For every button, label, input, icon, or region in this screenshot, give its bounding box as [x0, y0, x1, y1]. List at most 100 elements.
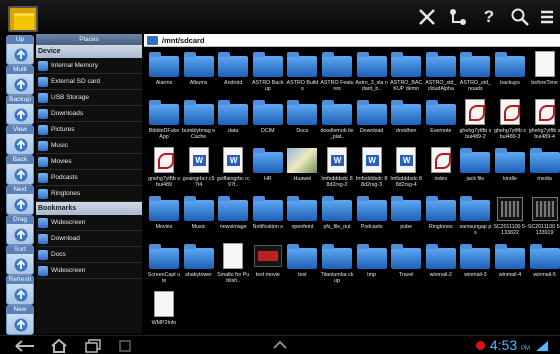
help-icon[interactable]: ? [477, 5, 501, 29]
tool-up-button[interactable]: Up [6, 35, 34, 65]
file-item[interactable]: jack file [458, 145, 492, 182]
file-item[interactable]: SC2011100 5-133822 [493, 193, 527, 236]
file-item[interactable]: shakytower [182, 241, 216, 278]
tool-refresh-button[interactable]: Refresh [6, 275, 34, 305]
sort-icon [14, 258, 28, 272]
file-item[interactable]: data [216, 97, 250, 134]
sidebar-item-external-sd-card[interactable]: External SD card [36, 74, 142, 90]
file-item[interactable]: ASTRO_std_ cloudAlpha [424, 49, 458, 92]
file-item[interactable]: gnehg7ytftb sbui489 [147, 145, 181, 188]
file-item[interactable]: kindle [493, 145, 527, 182]
file-item[interactable]: newsimage [216, 193, 250, 230]
sidebar-item-usb-storage[interactable]: USB Storage [36, 90, 142, 106]
file-item[interactable]: Music [182, 193, 216, 230]
file-item[interactable]: pube [389, 193, 423, 230]
file-item[interactable]: gviffaingrbc rc97t.. [216, 145, 250, 188]
screenshot-icon[interactable] [118, 339, 132, 354]
file-item[interactable]: winmail-3 [458, 241, 492, 278]
sidebar-item-download[interactable]: Download [36, 231, 142, 247]
file-item[interactable]: Astro_3_sla ndard_b.. [355, 49, 389, 92]
sidebar-item-widescreen[interactable]: Widescreen [36, 263, 142, 279]
astro-logo-icon[interactable] [8, 6, 38, 32]
chevron-up-icon[interactable] [272, 339, 288, 354]
sidebar-item-movies[interactable]: Movies [36, 154, 142, 170]
file-item[interactable]: Travel [389, 241, 423, 278]
file-item[interactable]: bumblytmag eCache [182, 97, 216, 140]
file-item[interactable]: droidhen [389, 97, 423, 134]
file-item[interactable]: Alarms [147, 49, 181, 86]
sidebar-item-podcasts[interactable]: Podcasts [36, 170, 142, 186]
file-item[interactable]: index [424, 145, 458, 182]
file-item[interactable]: Notification s [251, 193, 285, 230]
network-icon[interactable] [446, 5, 470, 29]
file-item[interactable]: BibbleDFuke App [147, 97, 181, 140]
tool-next-button[interactable]: Next [6, 185, 34, 215]
file-item[interactable]: WMP2Info [147, 289, 181, 326]
tool-new-button[interactable]: New [6, 305, 34, 335]
file-item[interactable]: SC2011100 5-133919 [528, 193, 560, 236]
tool-multi-button[interactable]: Multi [6, 65, 34, 95]
file-item[interactable]: beforeTime [528, 49, 560, 86]
file-item[interactable]: ASTRO Builds [285, 49, 319, 92]
search-icon[interactable] [508, 5, 532, 29]
file-item[interactable]: DCIM [251, 97, 285, 134]
file-item[interactable]: Android [216, 49, 250, 86]
file-item[interactable]: winmail-2 [424, 241, 458, 278]
tool-backup-button[interactable]: Backup [6, 95, 34, 125]
file-item[interactable]: Evernote [424, 97, 458, 134]
file-item[interactable]: ASTRO_std_ noads [458, 49, 492, 92]
path-bar[interactable]: /mnt/sdcard [144, 34, 560, 47]
file-item[interactable]: Imfsdddsdc 88d2rsg-2 [320, 145, 354, 188]
file-item[interactable]: HR [251, 145, 285, 182]
file-item[interactable]: samsungap ps [458, 193, 492, 236]
clock[interactable]: 4:53 PM [490, 337, 530, 354]
file-item[interactable]: Titaniumba ckup [320, 241, 354, 284]
sidebar-item-docs[interactable]: Docs [36, 247, 142, 263]
file-item[interactable]: ScreenCapt ure [147, 241, 181, 284]
tool-sort-button[interactable]: Sort [6, 245, 34, 275]
file-item[interactable]: openfeint [285, 193, 319, 230]
wifi-icon[interactable] [535, 340, 549, 354]
sidebar-item-internal-memory[interactable]: Internal Memory [36, 58, 142, 74]
file-item[interactable]: Imfsdddsdc 88d2rsg-3 [355, 145, 389, 188]
file-item[interactable]: winmail-5 [528, 241, 560, 278]
file-item[interactable]: Imfsdddsdc 88d2rsg-4 [389, 145, 423, 188]
recent-apps-icon[interactable] [84, 339, 102, 354]
tools-icon[interactable] [415, 5, 439, 29]
file-item[interactable]: gvaingrbcr c97t4 [182, 145, 216, 188]
file-item[interactable]: Smalto for Publish.. [216, 241, 250, 284]
file-item[interactable]: tmp [355, 241, 389, 278]
file-item[interactable]: Docs [285, 97, 319, 134]
notification-icon[interactable] [476, 341, 485, 350]
sidebar-item-downloads[interactable]: Downloads [36, 106, 142, 122]
sidebar-item-ringtones[interactable]: Ringtones [36, 186, 142, 202]
file-item[interactable]: ASTRO Features [320, 49, 354, 92]
file-item[interactable]: Huawei [285, 145, 319, 182]
file-item[interactable]: ghehg7ytftb sbui489-4 [528, 97, 560, 140]
tool-view-button[interactable]: View [6, 125, 34, 155]
file-item[interactable]: Movies [147, 193, 181, 230]
file-item[interactable]: backups [493, 49, 527, 86]
file-item[interactable]: ASTRO Backup [251, 49, 285, 92]
file-item[interactable]: ghehg7ytftb sbui489-2 [458, 97, 492, 140]
file-item[interactable]: Podcasts [355, 193, 389, 230]
file-item[interactable]: winmail-4 [493, 241, 527, 278]
file-item[interactable]: Ringtones [424, 193, 458, 230]
tool-drag-button[interactable]: Drag [6, 215, 34, 245]
file-item[interactable]: test [285, 241, 319, 278]
home-icon[interactable] [50, 338, 68, 354]
file-item[interactable]: test movie [251, 241, 285, 278]
menu-icon[interactable] [535, 5, 559, 29]
sidebar-item-music[interactable]: Music [36, 138, 142, 154]
file-item[interactable]: ASTRO_BAC KUP demo [389, 49, 423, 92]
file-item[interactable]: doodlemob ile_plat.. [320, 97, 354, 140]
file-item[interactable]: Albums [182, 49, 216, 86]
tool-back-button[interactable]: Back [6, 155, 34, 185]
sidebar-item-pictures[interactable]: Pictures [36, 122, 142, 138]
file-item[interactable]: media [528, 145, 560, 182]
file-item[interactable]: ghehg7ytftb sbui489-3 [493, 97, 527, 140]
file-item[interactable]: Download [355, 97, 389, 134]
file-item[interactable]: pfs_file_out [320, 193, 354, 230]
sidebar-item-widescreen[interactable]: Widescreen [36, 215, 142, 231]
back-icon[interactable] [14, 339, 36, 354]
